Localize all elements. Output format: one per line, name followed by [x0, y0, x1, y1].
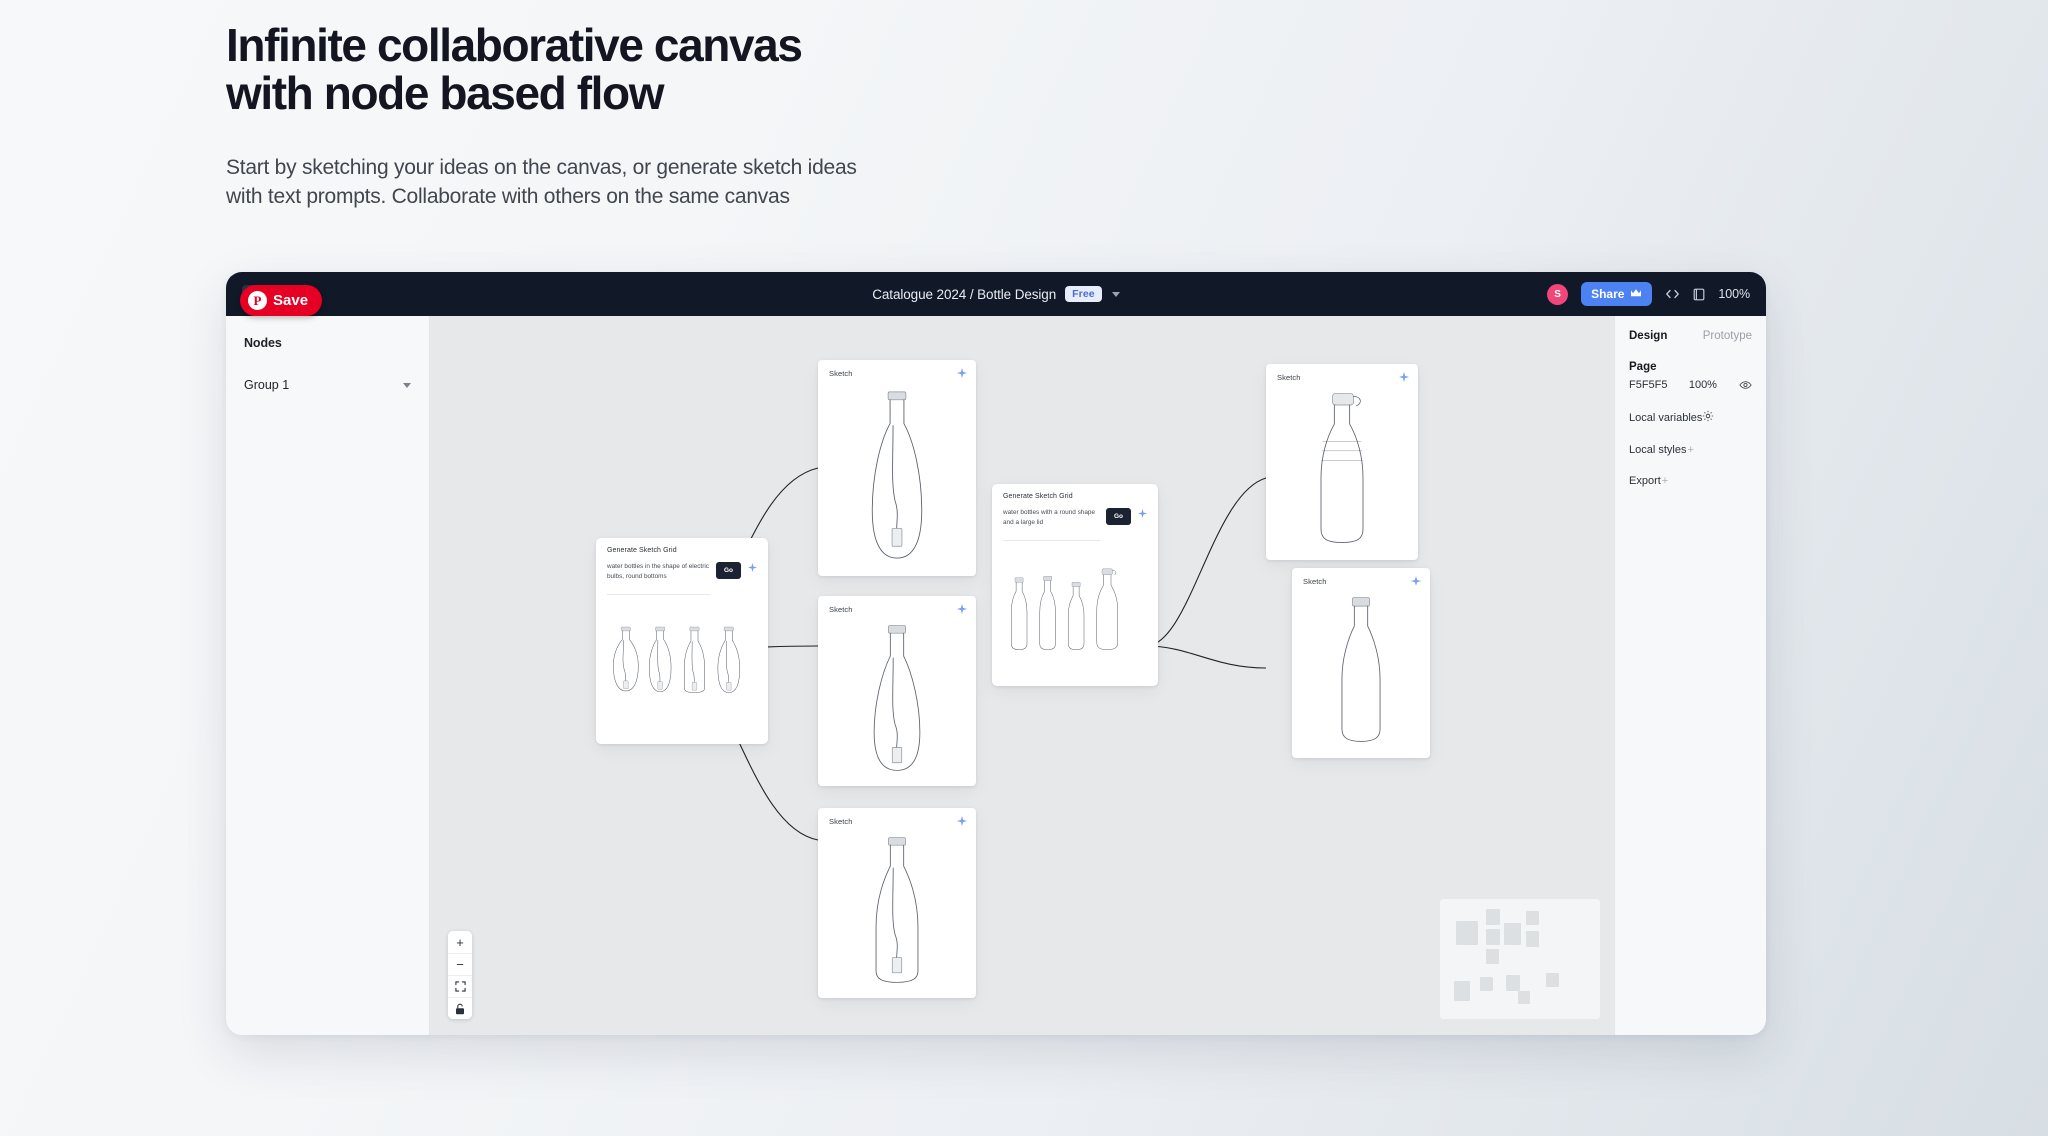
plus-icon[interactable]: +	[1662, 475, 1668, 487]
document-breadcrumb[interactable]: Catalogue 2024 / Bottle Design	[872, 287, 1056, 302]
group-label: Group 1	[244, 378, 290, 392]
present-icon[interactable]	[1693, 288, 1705, 301]
sketch-grid-artwork	[1000, 542, 1150, 678]
app-body: Nodes Group 1 Generate Sketch Grid water…	[226, 316, 1766, 1035]
page-color-value[interactable]: F5F5F5	[1629, 379, 1689, 391]
zoom-out-button[interactable]: −	[448, 953, 472, 975]
generator-node-2[interactable]: Generate Sketch Grid water bottles with …	[992, 484, 1158, 686]
generate-go-button[interactable]: Go	[1105, 508, 1131, 525]
generator-prompt-row: water bottles with a round shape and a l…	[992, 500, 1158, 541]
bottle-sketch	[1300, 588, 1422, 750]
generator-prompt-row: water bottles in the shape of electric b…	[596, 554, 768, 595]
crown-icon	[1630, 287, 1642, 301]
sketch-node-2[interactable]: Sketch	[818, 596, 976, 786]
plan-badge: Free	[1065, 285, 1102, 303]
avatar[interactable]: S	[1547, 283, 1569, 305]
node-label: Sketch	[1277, 373, 1301, 382]
sparkle-icon[interactable]	[956, 815, 967, 826]
sparkle-icon[interactable]	[956, 367, 967, 378]
bottle-sketch	[826, 616, 968, 778]
local-styles-row[interactable]: Local styles +	[1629, 444, 1752, 456]
generate-go-button[interactable]: Go	[715, 562, 741, 579]
nodes-heading: Nodes	[244, 336, 282, 350]
node-label: Sketch	[829, 605, 853, 614]
fit-to-screen-icon[interactable]	[448, 975, 472, 997]
sketch-node-3[interactable]: Sketch	[818, 808, 976, 998]
pinterest-save-button[interactable]: P Save	[240, 285, 323, 316]
zoom-in-button[interactable]: +	[448, 931, 472, 953]
sidebar-item-group-1[interactable]: Group 1	[244, 378, 411, 392]
node-label: Sketch	[1303, 577, 1327, 586]
plus-icon[interactable]: +	[1687, 444, 1693, 456]
eye-icon[interactable]	[1739, 380, 1752, 390]
lock-icon[interactable]	[448, 997, 472, 1019]
pinterest-save-label: Save	[273, 292, 309, 309]
prompt-input[interactable]: water bottles in the shape of electric b…	[607, 562, 710, 595]
pinterest-icon: P	[248, 291, 267, 310]
tab-design[interactable]: Design	[1629, 330, 1667, 342]
prompt-input[interactable]: water bottles with a round shape and a l…	[1003, 508, 1100, 541]
page-title-line2: with node based flow	[226, 66, 665, 119]
right-panel: Design Prototype Page F5F5F5 100% Local …	[1614, 316, 1766, 1035]
sparkle-icon[interactable]	[747, 562, 758, 573]
page-title: Infinite collaborative canvas with node …	[226, 19, 857, 119]
app-window: P Save Catalogue 2024 / Bottle Design Fr…	[226, 272, 1766, 1035]
zoom-level-label[interactable]: 100%	[1718, 287, 1750, 301]
canvas[interactable]: Generate Sketch Grid water bottles in th…	[430, 316, 1614, 1035]
left-sidebar: Nodes Group 1	[226, 316, 430, 1035]
sketch-node-5[interactable]: Sketch	[1292, 568, 1430, 758]
bottle-sketch	[826, 380, 968, 568]
hero-copy: Infinite collaborative canvas with node …	[226, 19, 857, 212]
topbar-right-group: S Share 100%	[1547, 282, 1750, 306]
share-button-label: Share	[1591, 287, 1625, 301]
canvas-zoom-controls: + −	[448, 931, 472, 1019]
generator-title: Generate Sketch Grid	[1003, 493, 1073, 500]
local-variables-row[interactable]: Local variables	[1629, 410, 1752, 425]
canvas-minimap[interactable]	[1440, 899, 1600, 1019]
page-subtitle-line1: Start by sketching your ideas on the can…	[226, 155, 857, 179]
generator-title: Generate Sketch Grid	[607, 547, 677, 554]
export-row[interactable]: Export +	[1629, 475, 1752, 487]
chevron-down-icon[interactable]	[1111, 291, 1120, 297]
page-section: Page F5F5F5 100%	[1629, 361, 1752, 391]
sketch-node-4[interactable]: Sketch	[1266, 364, 1418, 560]
generator-node-1[interactable]: Generate Sketch Grid water bottles in th…	[596, 538, 768, 744]
node-label: Sketch	[829, 369, 853, 378]
local-styles-label: Local styles	[1629, 444, 1687, 456]
topbar-center-group: Catalogue 2024 / Bottle Design Free	[226, 285, 1766, 303]
page-section-label: Page	[1629, 361, 1657, 373]
local-variables-label: Local variables	[1629, 411, 1703, 424]
page-subtitle-line2: with text prompts. Collaborate with othe…	[226, 184, 790, 208]
export-label: Export	[1629, 475, 1661, 487]
bottle-sketch	[826, 828, 968, 990]
tab-prototype[interactable]: Prototype	[1703, 330, 1752, 342]
sparkle-icon[interactable]	[956, 603, 967, 614]
page-subtitle: Start by sketching your ideas on the can…	[226, 154, 857, 212]
bottle-sketch	[1274, 384, 1410, 552]
page-color-row: F5F5F5 100%	[1629, 379, 1752, 391]
gear-icon[interactable]	[1702, 410, 1714, 425]
sparkle-icon[interactable]	[1410, 575, 1421, 586]
chevron-down-icon[interactable]	[403, 382, 411, 388]
share-button[interactable]: Share	[1581, 282, 1653, 306]
node-label: Sketch	[829, 817, 853, 826]
page-title-line1: Infinite collaborative canvas	[226, 19, 803, 71]
app-topbar: Catalogue 2024 / Bottle Design Free S Sh…	[226, 272, 1766, 316]
page-opacity-value[interactable]: 100%	[1689, 379, 1739, 391]
right-panel-tabs: Design Prototype	[1629, 330, 1752, 342]
sketch-grid-artwork	[604, 596, 760, 736]
sparkle-icon[interactable]	[1398, 371, 1409, 382]
code-icon[interactable]	[1665, 288, 1680, 300]
sparkle-icon[interactable]	[1137, 508, 1148, 519]
sketch-node-1[interactable]: Sketch	[818, 360, 976, 576]
